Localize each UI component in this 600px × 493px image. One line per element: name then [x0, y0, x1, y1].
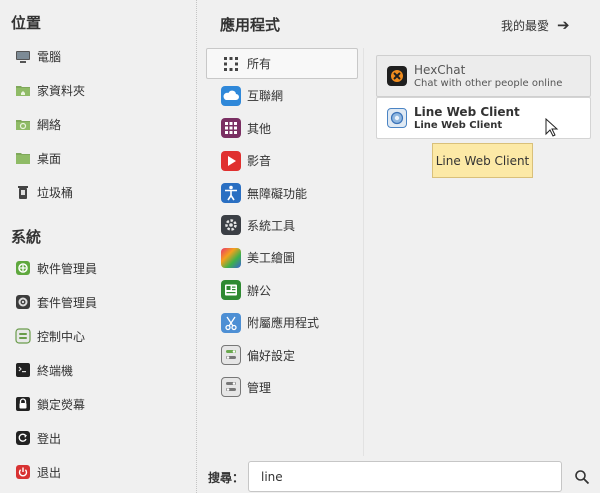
category-multimedia[interactable]: 影音 [206, 145, 358, 176]
system-logout[interactable]: 登出 [15, 425, 61, 451]
category-accessibility-label: 無障礙功能 [247, 186, 308, 201]
line-web-client-icon [387, 108, 407, 128]
terminal-icon [15, 362, 31, 378]
category-administration[interactable]: 管理 [206, 372, 358, 403]
place-network-label: 網絡 [37, 117, 62, 132]
system-quit-label: 退出 [37, 465, 62, 480]
category-administration-label: 管理 [247, 380, 272, 395]
category-graphics[interactable]: 美工繪圖 [206, 242, 358, 273]
category-office-label: 辦公 [247, 283, 272, 298]
package-manager-icon [15, 294, 31, 310]
favorites-button[interactable]: 我的最愛 ➔ [501, 16, 570, 34]
office-icon [221, 280, 241, 301]
other-icon [221, 118, 241, 139]
lock-screen-icon [15, 396, 31, 412]
category-accessories-label: 附屬應用程式 [247, 316, 320, 331]
category-multimedia-label: 影音 [247, 154, 272, 169]
search-input[interactable] [248, 461, 562, 492]
result-hexchat-name: HexChat [414, 62, 466, 77]
place-desktop-label: 桌面 [37, 151, 62, 166]
place-trash[interactable]: 垃圾桶 [15, 179, 73, 205]
system-package-manager[interactable]: 套件管理員 [15, 289, 97, 315]
internet-icon [221, 85, 241, 106]
hexchat-icon [387, 66, 407, 86]
graphics-icon [221, 247, 241, 268]
system-software-manager-label: 軟件管理員 [37, 261, 98, 276]
mouse-cursor-icon [545, 118, 559, 137]
system-terminal[interactable]: 終端機 [15, 357, 73, 383]
accessories-icon [221, 312, 241, 333]
home-folder-icon [15, 82, 31, 98]
logout-icon [15, 430, 31, 446]
arrow-right-icon: ➔ [557, 16, 570, 34]
places-heading: 位置 [11, 14, 42, 32]
place-home[interactable]: 家資料夾 [15, 77, 85, 103]
trash-icon [15, 184, 31, 200]
power-icon [15, 464, 31, 480]
preferences-icon [221, 345, 241, 366]
system-tools-icon [221, 215, 241, 236]
column-divider [363, 48, 364, 456]
category-accessibility[interactable]: 無障礙功能 [206, 178, 358, 209]
search-icon[interactable] [574, 469, 590, 485]
category-internet[interactable]: 互聯網 [206, 80, 358, 111]
result-line-web-client-name: Line Web Client [414, 104, 520, 119]
system-lock-screen[interactable]: 鎖定熒幕 [15, 391, 85, 417]
category-internet-label: 互聯網 [247, 89, 284, 104]
favorites-label: 我的最愛 [501, 18, 550, 33]
category-list: 所有 互聯網 其他 影音 無障礙功能 系統工具 美工繪圖 辦公 附屬應用程式 偏… [206, 48, 358, 404]
accessibility-icon [221, 183, 241, 204]
administration-icon [221, 377, 241, 398]
system-quit[interactable]: 退出 [15, 459, 61, 485]
system-terminal-label: 終端機 [37, 363, 74, 378]
result-hexchat[interactable]: HexChat Chat with other people online [376, 55, 591, 97]
result-line-web-client-description: Line Web Client [414, 119, 503, 131]
category-preferences-label: 偏好設定 [247, 348, 296, 363]
tooltip: Line Web Client [432, 143, 533, 178]
system-heading: 系統 [11, 228, 42, 246]
system-logout-label: 登出 [37, 431, 62, 446]
category-preferences[interactable]: 偏好設定 [206, 340, 358, 371]
place-trash-label: 垃圾桶 [37, 185, 74, 200]
computer-icon [15, 48, 31, 64]
place-desktop[interactable]: 桌面 [15, 145, 61, 171]
category-all[interactable]: 所有 [206, 48, 358, 79]
system-lock-screen-label: 鎖定熒幕 [37, 397, 86, 412]
category-other[interactable]: 其他 [206, 113, 358, 144]
place-computer-label: 電腦 [37, 49, 62, 64]
category-other-label: 其他 [247, 121, 272, 136]
place-network[interactable]: 網絡 [15, 111, 61, 137]
system-package-manager-label: 套件管理員 [37, 295, 98, 310]
network-icon [15, 116, 31, 132]
place-home-label: 家資料夾 [37, 83, 86, 98]
result-hexchat-description: Chat with other people online [414, 77, 563, 89]
multimedia-icon [221, 150, 241, 171]
search-label: 搜尋： [208, 471, 245, 485]
system-control-center-label: 控制中心 [37, 329, 86, 344]
software-manager-icon [15, 260, 31, 276]
category-office[interactable]: 辦公 [206, 275, 358, 306]
system-software-manager[interactable]: 軟件管理員 [15, 255, 97, 281]
place-computer[interactable]: 電腦 [15, 43, 61, 69]
category-system-tools-label: 系統工具 [247, 218, 296, 233]
category-all-label: 所有 [247, 57, 272, 71]
category-graphics-label: 美工繪圖 [247, 251, 296, 266]
applications-heading: 應用程式 [220, 16, 281, 34]
desktop-icon [15, 150, 31, 166]
places-system-panel: 位置 電腦 家資料夾 網絡 桌面 垃圾桶 系統 軟件管理員 套件管理員 控制中心… [0, 0, 197, 493]
category-accessories[interactable]: 附屬應用程式 [206, 307, 358, 338]
category-system-tools[interactable]: 系統工具 [206, 210, 358, 241]
all-apps-icon [221, 54, 241, 74]
system-control-center[interactable]: 控制中心 [15, 323, 85, 349]
control-center-icon [15, 328, 31, 344]
